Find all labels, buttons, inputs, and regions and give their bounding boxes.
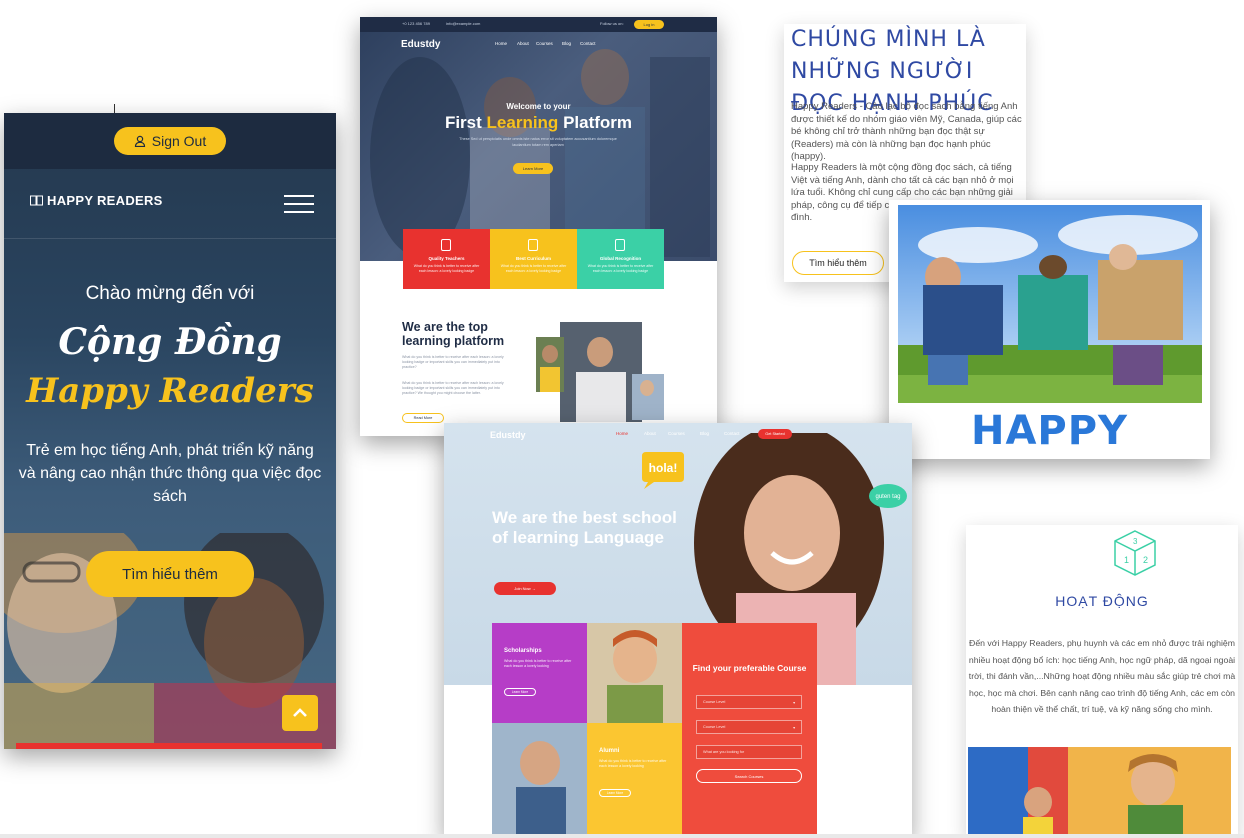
user-icon: [134, 135, 145, 147]
sign-out-button[interactable]: Sign Out: [114, 127, 226, 155]
edustdy-logo[interactable]: Edustdy: [490, 430, 526, 440]
guten-tag-speech-bubble-icon: guten tag: [869, 484, 907, 508]
hero-title: First Learning Platform: [444, 113, 633, 132]
menu-home[interactable]: Home: [616, 431, 628, 436]
section-title: We are the top learning platform: [402, 320, 505, 348]
course-search-input[interactable]: What are you looking for: [696, 745, 802, 759]
activity-card: 1 3 2 HOẠT ĐỘNG Đến với Happy Readers, p…: [966, 525, 1238, 838]
happy-readers-banner: HAPPY READERS: [970, 408, 1129, 454]
hero-description: Trẻ em học tiếng Anh, phát triển kỹ năng…: [18, 442, 322, 505]
menu-about[interactable]: About: [644, 431, 656, 436]
learn-more-button[interactable]: Tìm hiểu thêm: [86, 551, 254, 597]
activity-title: HOẠT ĐỘNG: [1055, 593, 1149, 609]
book-logo-icon: [30, 195, 43, 206]
find-course-title: Find your preferable Course: [692, 663, 807, 673]
hero-text: These Sed ut perspiciatis unde omnis ist…: [459, 137, 617, 147]
svg-text:guten tag: guten tag: [875, 494, 900, 500]
section-text-1: What do you think is better to receive a…: [402, 355, 504, 369]
menu-blog[interactable]: Blog: [700, 431, 709, 436]
login-button[interactable]: Log in: [634, 20, 664, 29]
teacher-icon: [441, 239, 451, 251]
chevron-down-icon: ▾: [793, 700, 795, 705]
edustdy-logo[interactable]: Edustdy: [401, 39, 440, 50]
course-level-select-2[interactable]: Course Level ▾: [696, 720, 802, 734]
logo[interactable]: HAPPY READERS: [30, 193, 163, 208]
menu-blog[interactable]: Blog: [562, 41, 571, 46]
section-text-2: What do you think is better to receive a…: [402, 381, 504, 395]
svg-text:hola!: hola!: [649, 461, 678, 475]
join-now-button[interactable]: Join Now →: [494, 582, 556, 595]
student-at-computer-photo: [492, 723, 587, 838]
activity-text: Đến với Happy Readers, phụ huynh và các …: [968, 638, 1236, 714]
svg-text:3: 3: [1133, 537, 1138, 546]
get-started-button[interactable]: Get Started: [758, 429, 792, 439]
email-text: info@example.com: [446, 21, 481, 26]
bottom-red-bar: [16, 743, 322, 749]
phone-text: +0 123 456 789: [402, 21, 430, 26]
feature-global-recognition[interactable]: Global Recognition What do you think is …: [577, 229, 664, 289]
hero-welcome: Welcome to your: [506, 102, 571, 111]
hamburger-icon[interactable]: [284, 195, 314, 215]
sign-out-label: Sign Out: [151, 133, 207, 149]
logo-text: HAPPY READERS: [47, 193, 163, 208]
happy-readers-photo-card: HAPPY READERS: [889, 200, 1210, 459]
student-with-glasses-photo: [587, 623, 682, 723]
hero-learn-more-button[interactable]: Learn More: [513, 163, 553, 174]
chevron-up-icon[interactable]: [282, 695, 318, 731]
menu-about[interactable]: About: [517, 41, 529, 46]
feature-best-curriculum[interactable]: Best Curriculum What do you think is bet…: [490, 229, 577, 289]
search-courses-button[interactable]: Search Courses: [696, 769, 802, 783]
find-course-panel: Find your preferable Course Course Level…: [682, 623, 817, 838]
about-learn-more-button[interactable]: Tìm hiểu thêm: [792, 251, 884, 275]
hola-speech-bubble-icon: hola!: [642, 452, 684, 489]
edustdy-language-screenshot: Edustdy Home About Courses Blog Contact …: [444, 423, 912, 838]
scholarships-learn-more-button[interactable]: Learn More: [504, 688, 536, 696]
welcome-text: Chào mừng đến với: [85, 283, 255, 304]
chevron-down-icon: ▾: [793, 725, 795, 730]
mobile-mockup: Sign Out HAPPY READERS Chào mừng đến với…: [4, 113, 336, 749]
menu-contact[interactable]: Contact: [580, 41, 596, 46]
alumni-tile[interactable]: Alumni What do you think is better to re…: [587, 723, 682, 838]
feature-quality-teachers[interactable]: Quality Teachers What do you think is be…: [403, 229, 490, 289]
students-collage-image: [536, 322, 664, 422]
kids-playground-photo: [968, 747, 1231, 838]
headline-happy-readers: Happy Readers: [26, 371, 314, 411]
book-icon: [528, 239, 538, 251]
svg-text:1: 1: [1124, 555, 1129, 565]
about-paragraph-1: Happy Readers - Câu lạc bộ đọc sách bằng…: [791, 101, 1022, 162]
alumni-learn-more-button[interactable]: Learn More: [599, 789, 631, 797]
menu-home[interactable]: Home: [495, 41, 507, 46]
course-level-select-1[interactable]: Course Level ▾: [696, 695, 802, 709]
follow-text: Follow us on:: [600, 21, 624, 26]
bottom-divider: [0, 834, 1244, 838]
scholarships-tile[interactable]: Scholarships What do you think is better…: [492, 623, 587, 723]
edustdy-homepage-screenshot: +0 123 456 789 info@example.com Follow u…: [360, 17, 717, 436]
cube-icon: 1 3 2: [1114, 530, 1156, 576]
menu-courses[interactable]: Courses: [536, 41, 553, 46]
hero-title: We are the best school of learning Langu…: [492, 508, 677, 547]
svg-text:2: 2: [1143, 555, 1148, 565]
read-more-button[interactable]: Read More: [402, 413, 444, 423]
certificate-icon: [615, 239, 625, 251]
menu-courses[interactable]: Courses: [668, 431, 685, 436]
kids-reading-photo: [898, 205, 1202, 403]
menu-contact[interactable]: Contact: [724, 431, 740, 436]
headline-community: Cộng Đồng: [58, 321, 282, 363]
